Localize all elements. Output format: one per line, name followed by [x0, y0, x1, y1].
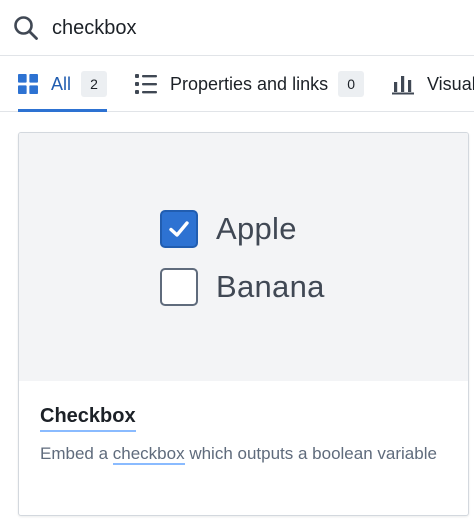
tab-properties-label: Properties and links	[170, 73, 329, 94]
tab-all-label: All	[50, 73, 71, 94]
checkbox-unchecked	[160, 268, 198, 306]
search-input[interactable]	[52, 12, 452, 44]
tab-visual-label: Visual	[427, 73, 474, 94]
description-prefix: Embed a	[40, 444, 113, 463]
preview-checkbox-option: Apple	[160, 210, 297, 248]
checkbox-checked	[160, 210, 198, 248]
tab-all-count: 2	[81, 71, 107, 97]
checkbox-label: Apple	[216, 211, 297, 246]
bar-chart-icon	[392, 76, 414, 95]
tab-all[interactable]: All 2	[18, 56, 107, 112]
description-highlight: checkbox	[112, 444, 185, 465]
checkbox-label: Banana	[216, 269, 325, 304]
tab-properties-count: 0	[338, 71, 365, 97]
result-title[interactable]: Checkbox	[40, 404, 136, 432]
checkmark-icon	[169, 221, 189, 237]
list-icon	[135, 74, 157, 94]
search-icon[interactable]	[13, 15, 39, 41]
result-card[interactable]: Apple Banana Checkbox Embed a checkbox w…	[18, 132, 469, 516]
description-suffix: which outputs a boolean variable	[184, 444, 437, 463]
search-bar	[0, 0, 474, 56]
widget-preview: Apple Banana	[19, 133, 468, 381]
tab-visual[interactable]: Visual	[392, 56, 474, 112]
result-description: Embed a checkbox which outputs a boolean…	[40, 441, 440, 466]
tab-properties-and-links[interactable]: Properties and links 0	[135, 56, 365, 112]
grid-icon	[18, 74, 38, 94]
preview-checkbox-option: Banana	[160, 268, 325, 306]
tab-bar: All 2 Properties and links 0 Visual	[0, 56, 474, 112]
